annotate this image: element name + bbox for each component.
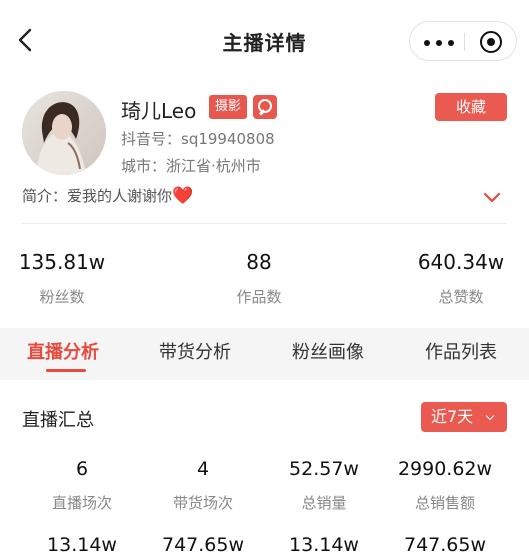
section-title: 直播汇总 [22,410,94,431]
metric-row2-2: 747.65w [138,534,268,552]
divider [22,223,507,224]
live-summary-card: 直播汇总 近7天 6 直播场次 4 带货场次 52.57w 总销量 2990.6… [0,380,529,552]
stat-value: 640.34w [417,250,505,274]
metric-value: 13.14w [47,534,117,552]
anchor-profile-card: 琦儿Leo 摄影 收藏 抖音号：sq19940808 城市：浙江省·杭州市 简介… [0,70,529,328]
metric-value: 2990.62w [397,458,493,480]
metric-value: 52.57w [289,458,359,480]
stat-value: 135.81w [18,250,106,274]
tab-live-analysis[interactable]: 直播分析 [27,338,99,364]
favorite-button[interactable]: 收藏 [435,93,507,121]
date-range-dropdown[interactable]: 近7天 [421,402,507,432]
target-close-icon[interactable] [480,31,502,53]
capsule-divider [464,33,465,51]
metric-label: 带货场次 [172,494,233,512]
metric-label: 总销量 [301,494,347,512]
metric-live-sessions: 6 直播场次 [17,458,147,513]
metric-row2-4: 747.65w [380,534,510,552]
chevron-down-icon [485,411,495,421]
expand-button[interactable] [482,190,502,204]
metric-value: 747.65w [403,534,487,552]
metric-value: 13.14w [289,534,359,552]
metric-label: 总销售额 [414,494,475,512]
stat-followers: 135.81w 粉丝数 [0,250,132,307]
douyin-id: 抖音号：sq19940808 [121,130,275,148]
avatar[interactable] [22,91,106,175]
anchor-name: 琦儿Leo [121,99,197,123]
metric-total-revenue: 2990.62w 总销售额 [380,458,510,513]
metric-selling-sessions: 4 带货场次 [138,458,268,513]
tab-works-list[interactable]: 作品列表 [425,338,497,364]
chevron-down-icon [482,190,502,209]
metric-row2-3: 13.14w [259,534,389,552]
city-info: 城市：浙江省·杭州市 [121,157,261,175]
stat-works: 88 作品数 [189,250,329,307]
stat-label: 总赞数 [438,288,484,306]
metric-value: 4 [196,458,210,480]
metric-label: 直播场次 [51,494,112,512]
metric-value: 747.65w [161,534,245,552]
stat-label: 作品数 [236,288,282,306]
analysis-tabs: 直播分析 带货分析 粉丝画像 作品列表 [0,328,529,380]
date-range-label: 近7天 [431,407,474,426]
stat-value: 88 [246,250,272,274]
heart-icon: ❤️ [172,186,194,206]
search-icon[interactable] [253,95,277,119]
active-tab-indicator [46,369,86,372]
intro-label: 简介：爱我的人谢谢你 [22,187,173,205]
stat-likes: 640.34w 总赞数 [391,250,529,307]
navigation-bar: 主播详情 [0,0,529,70]
stat-label: 粉丝数 [39,288,85,306]
more-dots-icon[interactable] [422,31,456,53]
metric-total-sales: 52.57w 总销量 [259,458,389,513]
mini-program-capsule [409,21,517,61]
tab-sales-analysis[interactable]: 带货分析 [159,338,231,364]
metric-row2-1: 13.14w [17,534,147,552]
category-tag: 摄影 [209,95,247,119]
intro-text: 简介：爱我的人谢谢你❤️ [22,185,193,206]
metric-value: 6 [75,458,89,480]
tab-fan-profile[interactable]: 粉丝画像 [292,338,364,364]
